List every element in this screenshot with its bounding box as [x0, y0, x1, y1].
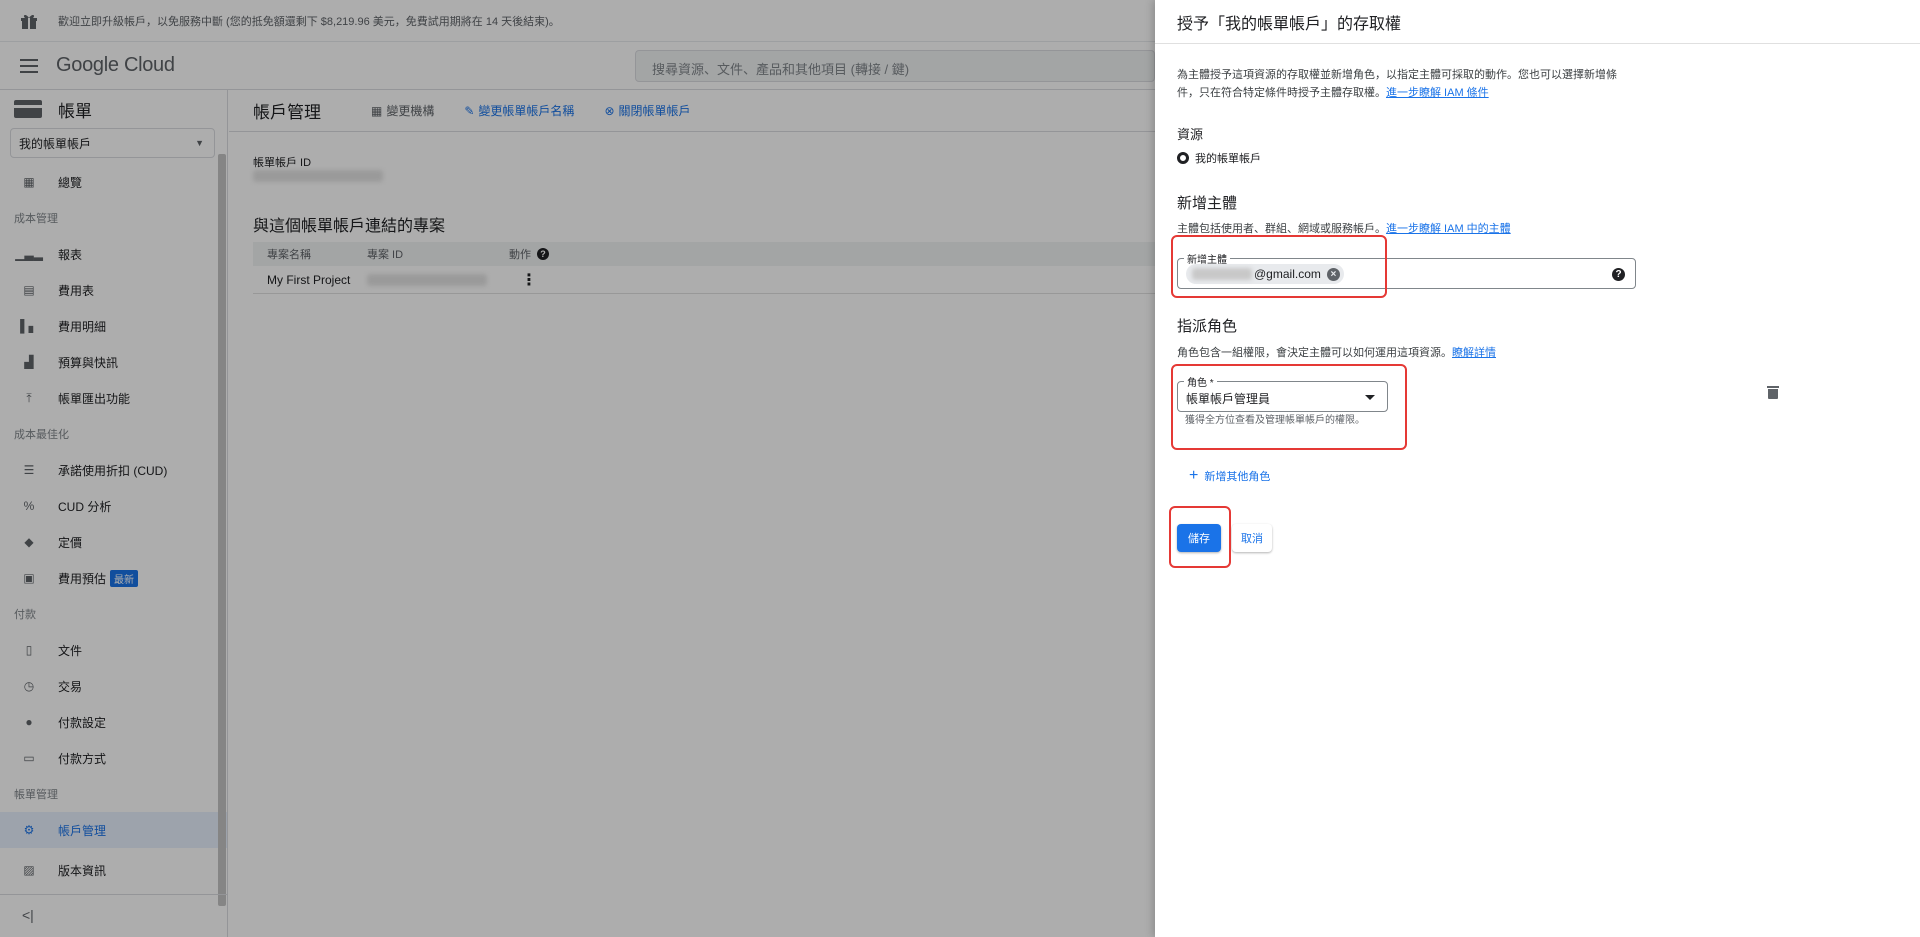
assign-roles-heading: 指派角色: [1177, 318, 1238, 335]
delete-role-icon[interactable]: [1767, 386, 1779, 400]
add-principals-heading: 新增主體: [1177, 195, 1238, 212]
assign-roles-subtext: 角色包含一組權限，會決定主體可以如何運用這項資源。瞭解詳情: [1177, 347, 1496, 359]
cancel-button[interactable]: 取消: [1232, 524, 1272, 552]
help-icon[interactable]: ?: [1612, 268, 1625, 281]
add-principals-subtext: 主體包括使用者、群組、網域或服務帳戶。進一步瞭解 IAM 中的主體: [1177, 223, 1511, 235]
highlight-save-button: [1169, 506, 1231, 568]
resource-value: 我的帳單帳戶: [1177, 150, 1261, 166]
billing-account-icon: [1177, 152, 1189, 164]
learn-more-link[interactable]: 瞭解詳情: [1452, 347, 1496, 359]
add-another-role-button[interactable]: + 新增其他角色: [1189, 468, 1270, 484]
panel-title: 授予「我的帳單帳戶」的存取權: [1155, 0, 1920, 44]
grant-access-panel: 授予「我的帳單帳戶」的存取權 為主體授予這項資源的存取權並新增角色，以指定主體可…: [1155, 0, 1920, 937]
iam-conditions-link[interactable]: 進一步瞭解 IAM 條件: [1386, 87, 1489, 99]
highlight-role-field: [1171, 364, 1407, 450]
highlight-principal-field: [1171, 235, 1387, 298]
panel-description: 為主體授予這項資源的存取權並新增角色，以指定主體可採取的動作。您也可以選擇新增條…: [1177, 69, 1617, 99]
resource-label: 資源: [1177, 127, 1204, 142]
plus-icon: +: [1189, 467, 1199, 484]
iam-principals-link[interactable]: 進一步瞭解 IAM 中的主體: [1386, 223, 1511, 235]
